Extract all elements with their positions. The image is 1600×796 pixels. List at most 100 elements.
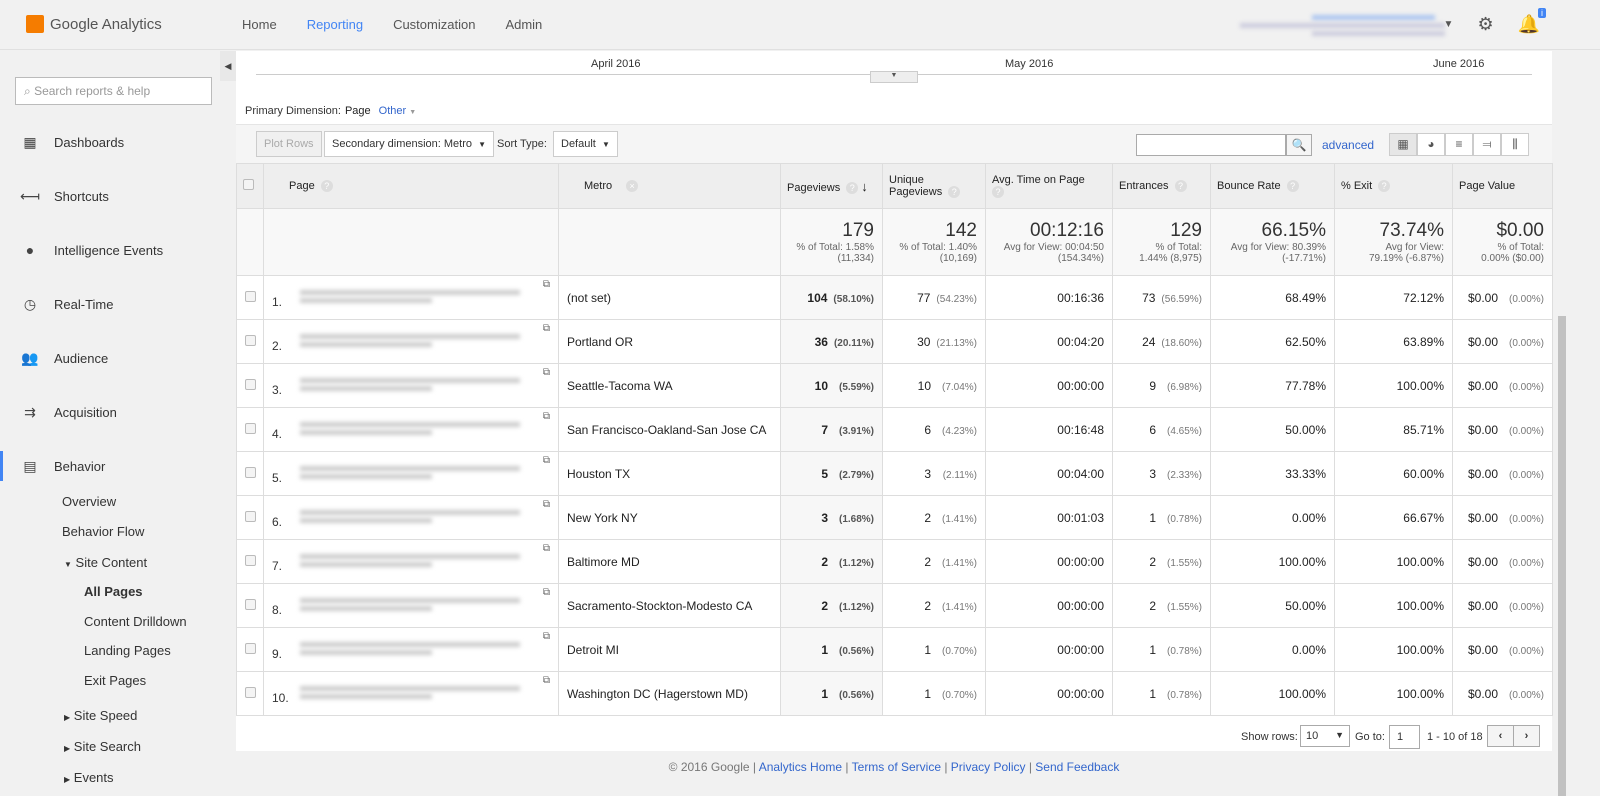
- row-checkbox[interactable]: [236, 583, 264, 628]
- pivot-view-icon[interactable]: ⫼: [1501, 133, 1529, 156]
- open-page-icon[interactable]: ⧉: [543, 367, 550, 378]
- select-all-checkbox[interactable]: [236, 163, 264, 209]
- sidebar-sub-site-search[interactable]: ▶ Site Search: [64, 739, 141, 754]
- help-icon[interactable]: ?: [1378, 180, 1391, 192]
- sidebar-sub-site-speed[interactable]: ▶ Site Speed: [64, 708, 137, 723]
- sidebar-item-dashboards[interactable]: ▦ Dashboards: [0, 127, 220, 157]
- scrollbar-thumb[interactable]: [1558, 316, 1566, 796]
- help-icon[interactable]: ?: [1174, 180, 1187, 192]
- collapse-sidebar-button[interactable]: ◀: [220, 51, 236, 81]
- open-page-icon[interactable]: ⧉: [543, 543, 550, 554]
- nav-admin[interactable]: Admin: [505, 0, 542, 50]
- nav-reporting[interactable]: Reporting: [306, 0, 364, 55]
- open-page-icon[interactable]: ⧉: [543, 411, 550, 422]
- account-selector[interactable]: [1240, 12, 1445, 40]
- help-icon[interactable]: ?: [992, 186, 1004, 198]
- dimension-page[interactable]: Page: [345, 105, 371, 117]
- help-icon[interactable]: ?: [948, 186, 961, 198]
- row-checkbox[interactable]: [236, 451, 264, 496]
- advanced-filter-link[interactable]: advanced: [1322, 138, 1374, 152]
- header-page[interactable]: Page?: [263, 163, 559, 209]
- open-page-icon[interactable]: ⧉: [543, 587, 550, 598]
- help-icon[interactable]: ?: [1286, 180, 1299, 192]
- comparison-view-icon[interactable]: ⫤: [1473, 133, 1501, 156]
- page-cell[interactable]: 1. ⧉: [263, 275, 559, 320]
- sort-type-dropdown[interactable]: Default ▼: [553, 131, 618, 157]
- sidebar-sub-exit-pages[interactable]: Exit Pages: [84, 673, 146, 688]
- sidebar-item-acquisition[interactable]: ⇉ Acquisition: [0, 397, 220, 427]
- row-checkbox[interactable]: [236, 627, 264, 672]
- help-icon[interactable]: ?: [320, 180, 333, 192]
- sidebar-item-behavior[interactable]: ▤ Behavior: [0, 451, 220, 481]
- footer-analytics-home[interactable]: Analytics Home: [759, 760, 842, 774]
- search-reports-input[interactable]: ⌕ Search reports & help: [15, 77, 212, 105]
- show-rows-select[interactable]: 10 ▼: [1300, 725, 1350, 747]
- page-cell[interactable]: 5. ⧉: [263, 451, 559, 496]
- header-pageviews[interactable]: Pageviews? ↓: [780, 163, 883, 209]
- header-bounce-rate[interactable]: Bounce Rate?: [1210, 163, 1335, 209]
- sidebar-sub-overview[interactable]: Overview: [62, 494, 116, 509]
- page-cell[interactable]: 3. ⧉: [263, 363, 559, 408]
- footer-privacy[interactable]: Privacy Policy: [951, 760, 1026, 774]
- remove-dimension-icon[interactable]: ×: [626, 180, 639, 192]
- prev-page-button[interactable]: ‹: [1487, 725, 1514, 747]
- page-cell[interactable]: 2. ⧉: [263, 319, 559, 364]
- row-checkbox[interactable]: [236, 319, 264, 364]
- search-icon[interactable]: 🔍: [1286, 134, 1312, 156]
- open-page-icon[interactable]: ⧉: [543, 675, 550, 686]
- header-exit[interactable]: % Exit?: [1334, 163, 1453, 209]
- row-checkbox[interactable]: [236, 363, 264, 408]
- sidebar-sub-all-pages[interactable]: All Pages: [84, 584, 143, 599]
- goto-input[interactable]: 1: [1389, 725, 1420, 749]
- page-cell[interactable]: 7. ⧉: [263, 539, 559, 584]
- header-page-value[interactable]: Page Value: [1452, 163, 1553, 209]
- page-cell[interactable]: 10. ⧉: [263, 671, 559, 716]
- dimension-other[interactable]: Other ▼: [379, 105, 417, 117]
- sidebar-item-shortcuts[interactable]: ⟻ Shortcuts: [0, 181, 220, 211]
- bell-icon[interactable]: 🔔 i: [1518, 8, 1546, 35]
- footer-send-feedback[interactable]: Send Feedback: [1035, 760, 1119, 774]
- nav-home[interactable]: Home: [242, 0, 277, 50]
- sidebar-sub-events[interactable]: ▶ Events: [64, 770, 114, 785]
- row-checkbox[interactable]: [236, 275, 264, 320]
- plot-rows-button[interactable]: Plot Rows: [256, 131, 322, 157]
- sidebar-item-audience[interactable]: 👥 Audience: [0, 343, 220, 373]
- expand-chart-button[interactable]: ▼: [870, 71, 918, 83]
- logo[interactable]: Google Analytics: [26, 15, 162, 33]
- open-page-icon[interactable]: ⧉: [543, 323, 550, 334]
- next-page-button[interactable]: ›: [1513, 725, 1540, 747]
- pie-view-icon[interactable]: ◕: [1417, 133, 1445, 156]
- page-cell[interactable]: 9. ⧉: [263, 627, 559, 672]
- sidebar-item-real-time[interactable]: ◷ Real-Time: [0, 289, 220, 319]
- secondary-dimension-dropdown[interactable]: Secondary dimension: Metro ▼: [324, 131, 495, 157]
- row-checkbox[interactable]: [236, 671, 264, 716]
- row-checkbox[interactable]: [236, 407, 264, 452]
- page-cell[interactable]: 8. ⧉: [263, 583, 559, 628]
- header-avg-time[interactable]: Avg. Time on Page?: [985, 163, 1113, 209]
- table-search-input[interactable]: [1136, 134, 1286, 156]
- table-view-icon[interactable]: ▦: [1389, 133, 1417, 156]
- sidebar-sub-content-drilldown[interactable]: Content Drilldown: [84, 614, 187, 629]
- row-checkbox[interactable]: [236, 495, 264, 540]
- nav-customization[interactable]: Customization: [393, 0, 475, 50]
- open-page-icon[interactable]: ⧉: [543, 631, 550, 642]
- sidebar-sub-behavior-flow[interactable]: Behavior Flow: [62, 524, 144, 539]
- scrollbar[interactable]: [1555, 51, 1568, 796]
- open-page-icon[interactable]: ⧉: [543, 455, 550, 466]
- header-unique-pageviews[interactable]: Unique Pageviews?: [882, 163, 986, 209]
- account-dropdown-icon[interactable]: ▼: [1444, 19, 1454, 30]
- footer-terms[interactable]: Terms of Service: [852, 760, 941, 774]
- gear-icon[interactable]: ⚙: [1477, 14, 1493, 35]
- performance-view-icon[interactable]: ≡: [1445, 133, 1473, 156]
- sidebar-sub-site-content[interactable]: ▼ Site Content: [64, 555, 147, 570]
- open-page-icon[interactable]: ⧉: [543, 279, 550, 290]
- header-metro[interactable]: Metro ×: [558, 163, 781, 209]
- page-cell[interactable]: 4. ⧉: [263, 407, 559, 452]
- row-checkbox[interactable]: [236, 539, 264, 584]
- sidebar-item-intelligence-events[interactable]: ● Intelligence Events: [0, 235, 220, 265]
- help-icon[interactable]: ?: [846, 181, 859, 194]
- sidebar-sub-landing-pages[interactable]: Landing Pages: [84, 643, 171, 658]
- page-cell[interactable]: 6. ⧉: [263, 495, 559, 540]
- header-entrances[interactable]: Entrances?: [1112, 163, 1211, 209]
- open-page-icon[interactable]: ⧉: [543, 499, 550, 510]
